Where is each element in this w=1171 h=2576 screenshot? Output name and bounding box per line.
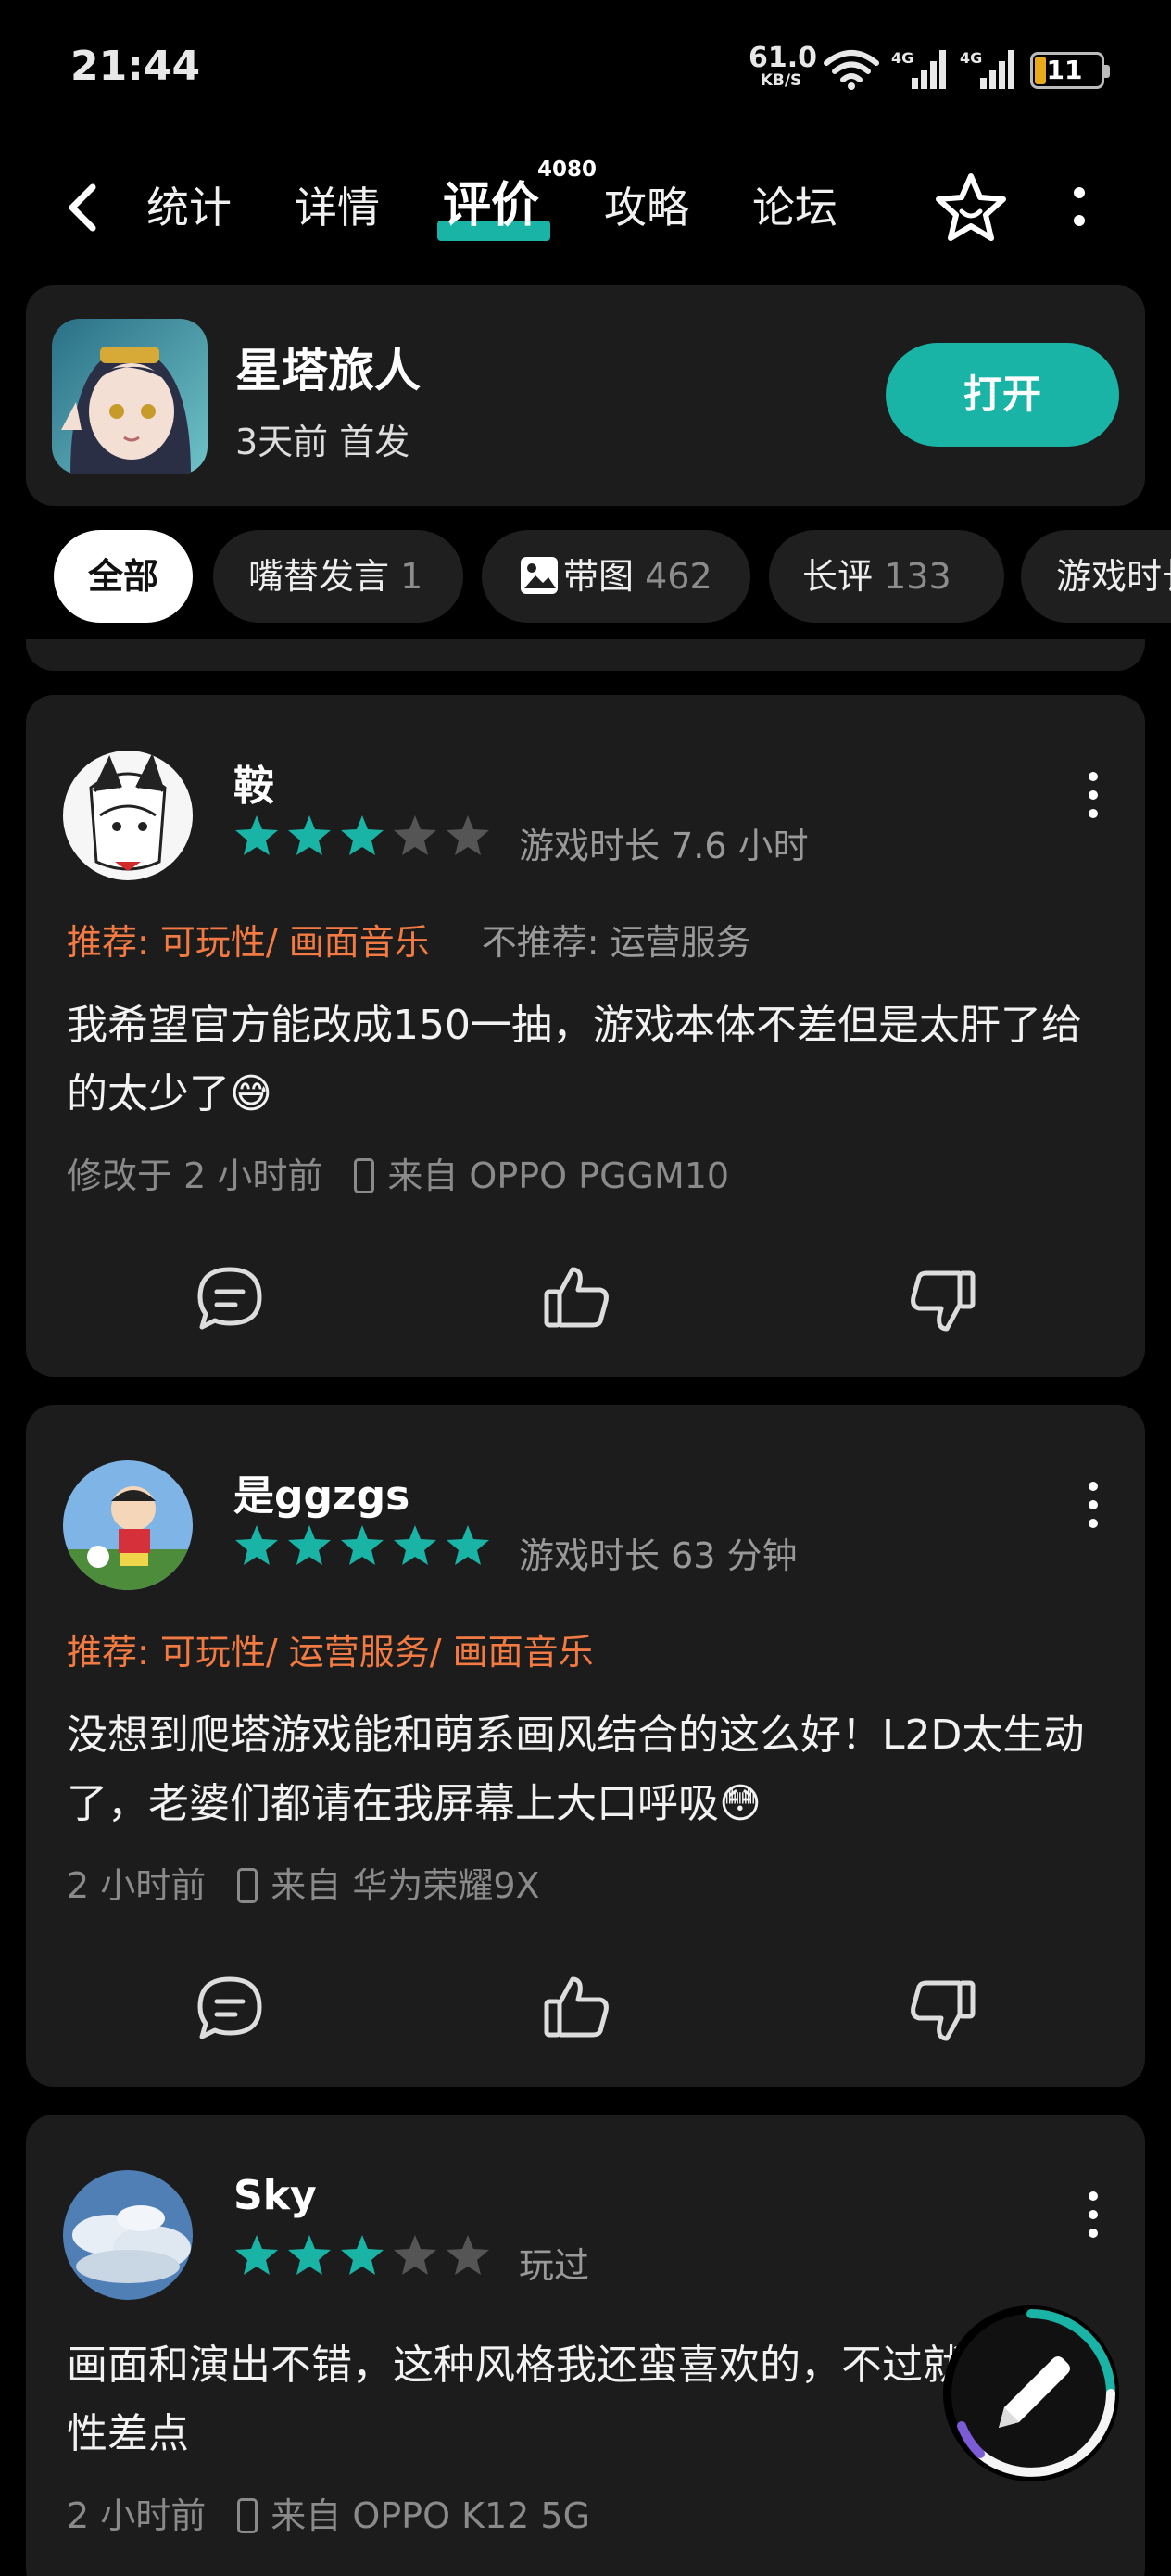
status-time: 21:44 <box>70 43 201 90</box>
star-empty-icon <box>392 2233 438 2276</box>
filter-count: 1 <box>400 556 423 597</box>
review-playtime: 游戏时长 63 分钟 <box>519 1535 798 1576</box>
review-device: 来自 华为荣耀9X <box>271 1865 540 1906</box>
battery-icon: 11 <box>1030 52 1110 89</box>
thumbs-down-icon[interactable] <box>906 1974 980 2048</box>
thumbs-up-icon[interactable] <box>539 1260 613 1334</box>
rating-stars <box>233 2233 497 2276</box>
phone-icon <box>237 1868 258 1903</box>
image-icon <box>521 557 558 594</box>
star-filled-icon <box>233 814 280 856</box>
signal-4g-icon: 4G <box>960 49 1014 89</box>
star-filled-icon <box>339 2233 385 2276</box>
star-filled-icon <box>233 2233 280 2276</box>
review-playtime: 游戏时长 7.6 小时 <box>519 826 809 866</box>
filter-mouthpiece[interactable]: 嘴替发言 1 <box>213 530 463 623</box>
review-tags: 推荐: 可玩性/ 运营服务/ 画面音乐 <box>67 1623 594 1674</box>
review-more-icon[interactable] <box>1082 769 1104 821</box>
filter-with-images[interactable]: 带图 462 <box>482 530 750 623</box>
review-content[interactable]: 没想到爬塔游戏能和萌系画风结合的这么好！L2D太生动了，老婆们都请在我屏幕上大口… <box>67 1701 1114 1838</box>
thumbs-down-icon[interactable] <box>906 1264 980 1338</box>
review-time: 2 小时前 <box>67 1865 207 1906</box>
write-review-button[interactable] <box>943 2305 1119 2481</box>
star-empty-icon <box>392 814 438 856</box>
game-title: 星塔旅人 <box>235 344 421 398</box>
previous-review-card-edge <box>26 639 1145 671</box>
review-footer: 2 小时前 来自 华为荣耀9X <box>67 1857 540 1908</box>
star-filled-icon <box>286 814 333 856</box>
tab-guides[interactable]: 攻略 <box>604 178 689 237</box>
filter-long-reviews[interactable]: 长评 133 <box>769 530 1004 623</box>
avatar[interactable] <box>63 1460 193 1590</box>
filter-playtime[interactable]: 游戏时长 <box>1021 530 1171 623</box>
phone-icon <box>237 2498 258 2533</box>
review-card: 是ggzgs 游戏时长 63 分钟 推荐: 可玩性/ 运营服务/ 画面音乐 没想… <box>26 1405 1145 2087</box>
status-bar: 21:44 61.0 KB/S 4G 4G 11 <box>0 0 1171 139</box>
review-more-icon[interactable] <box>1082 2189 1104 2241</box>
tab-forum[interactable]: 论坛 <box>752 178 837 237</box>
filter-label: 带图 <box>563 556 635 597</box>
reviews-count-badge: 4080 <box>537 158 598 182</box>
review-username[interactable]: Sky <box>233 2172 317 2219</box>
star-icon[interactable] <box>934 170 1008 245</box>
avatar[interactable] <box>63 2170 193 2300</box>
star-filled-icon <box>339 814 385 856</box>
pencil-icon <box>951 2309 1115 2477</box>
signal-1-label: 4G <box>891 49 913 67</box>
rating-stars <box>233 1523 497 1566</box>
filter-all[interactable]: 全部 <box>54 530 193 623</box>
filter-count: 133 <box>884 556 951 597</box>
review-filter-bar: 全部 嘴替发言 1 带图 462 长评 133 游戏时长 <box>0 530 1171 625</box>
thumbs-up-icon[interactable] <box>539 1970 613 2044</box>
game-header-card: 星塔旅人 3天前 首发 打开 <box>26 285 1145 506</box>
review-card: 鞍 游戏时长 7.6 小时 推荐: 可玩性/ 画面音乐 不推荐: 运营服务 我希望… <box>26 695 1145 1377</box>
review-username[interactable]: 是ggzgs <box>233 1462 409 1522</box>
wifi-icon <box>824 50 879 90</box>
comment-icon[interactable] <box>193 1972 267 2046</box>
review-content[interactable]: 我希望官方能改成150一抽，游戏本体不差但是太肝了给的太少了😅 <box>67 991 1114 1129</box>
network-speed: 61.0 KB/S <box>749 42 818 90</box>
star-filled-icon <box>286 1523 333 1566</box>
comment-icon[interactable] <box>193 1262 267 1336</box>
review-footer: 修改于 2 小时前 来自 OPPO PGGM10 <box>67 1147 729 1198</box>
tab-details[interactable]: 详情 <box>295 178 380 237</box>
game-release-info: 3天前 首发 <box>235 422 410 462</box>
filter-count: 462 <box>645 556 712 597</box>
tab-reviews[interactable]: 评价 <box>443 176 539 235</box>
recommend-tags: 推荐: 可玩性/ 画面音乐 <box>67 922 430 963</box>
star-empty-icon <box>445 2233 491 2276</box>
review-more-icon[interactable] <box>1082 1479 1104 1531</box>
star-empty-icon <box>445 814 491 856</box>
recommend-tags: 推荐: 可玩性/ 运营服务/ 画面音乐 <box>67 1632 594 1673</box>
signal-2-label: 4G <box>960 49 982 67</box>
open-game-button[interactable]: 打开 <box>886 343 1119 447</box>
filter-label: 游戏时长 <box>1056 556 1171 597</box>
review-footer: 2 小时前 来自 OPPO K12 5G <box>67 2487 590 2538</box>
not-recommend-tags: 不推荐: 运营服务 <box>481 922 751 963</box>
signal-4g-icon: 4G <box>891 49 946 89</box>
review-time: 2 小时前 <box>67 2495 207 2536</box>
star-filled-icon <box>233 1523 280 1566</box>
review-playtime: 玩过 <box>519 2245 590 2286</box>
back-icon[interactable] <box>61 178 107 237</box>
review-device: 来自 OPPO K12 5G <box>271 2495 591 2536</box>
game-icon[interactable] <box>52 319 208 474</box>
avatar[interactable] <box>63 751 193 880</box>
star-filled-icon <box>339 1523 385 1566</box>
filter-label: 长评 <box>802 556 874 597</box>
tab-stats[interactable]: 统计 <box>146 178 232 237</box>
star-filled-icon <box>392 1523 438 1566</box>
star-filled-icon <box>286 2233 333 2276</box>
filter-label: 嘴替发言 <box>248 556 390 597</box>
rating-stars <box>233 814 497 856</box>
star-filled-icon <box>445 1523 491 1566</box>
filter-label: 全部 <box>87 556 158 597</box>
review-time: 修改于 2 小时前 <box>67 1155 323 1196</box>
review-username[interactable]: 鞍 <box>233 752 274 812</box>
review-tags: 推荐: 可玩性/ 画面音乐 不推荐: 运营服务 <box>67 914 751 965</box>
review-device: 来自 OPPO PGGM10 <box>387 1155 730 1196</box>
phone-icon <box>354 1158 375 1193</box>
more-vertical-icon[interactable] <box>1065 182 1093 237</box>
battery-level: 11 <box>1046 55 1083 85</box>
